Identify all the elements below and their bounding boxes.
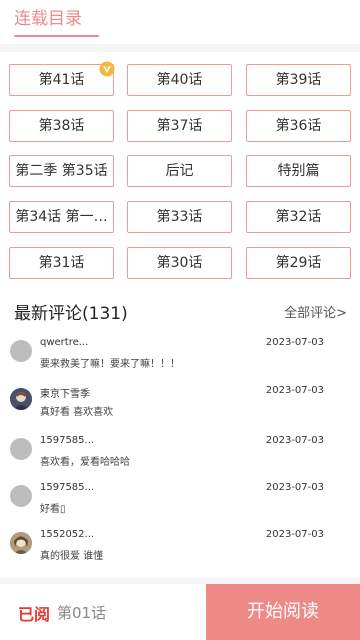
default-avatar bbox=[10, 438, 32, 460]
comment-text: 要来救美了嘛！要来了嘛！！！ bbox=[40, 359, 180, 370]
default-avatar bbox=[10, 485, 32, 507]
comment-item[interactable]: 1597585... 2023-07-03 喜欢看，爱看哈哈哈 bbox=[0, 435, 360, 486]
chapter-button[interactable]: 第34话 第一… bbox=[9, 201, 114, 233]
all-comments-link[interactable]: 全部评论> bbox=[284, 302, 347, 321]
chapter-button[interactable]: 特别篇 bbox=[246, 155, 351, 187]
chapter-grid: 第41话 第40话 第39话 第38话 第37话 第36话 第二季 第35话 后… bbox=[0, 52, 360, 288]
comment-item[interactable]: qwertre... 2023-07-03 要来救美了嘛！要来了嘛！！！ bbox=[0, 337, 360, 388]
comment-username: 東京下雪季 bbox=[40, 389, 90, 400]
comment-username: 1597585... bbox=[40, 482, 95, 493]
comment-item[interactable]: 東京下雪季 2023-07-03 真好看 喜欢喜欢 bbox=[0, 385, 360, 436]
start-reading-button[interactable]: 开始阅读 bbox=[206, 584, 360, 640]
chapter-button[interactable]: 第37话 bbox=[127, 110, 232, 142]
chapter-button[interactable]: 第32话 bbox=[246, 201, 351, 233]
comments-title: 最新评论(131) bbox=[14, 304, 128, 324]
chapter-button[interactable]: 第29话 bbox=[246, 247, 351, 279]
default-avatar bbox=[10, 340, 32, 362]
chapter-button[interactable]: 第36话 bbox=[246, 110, 351, 142]
chapter-button[interactable]: 第31话 bbox=[9, 247, 114, 279]
chapter-button[interactable]: 第39话 bbox=[246, 64, 351, 96]
active-tab-indicator bbox=[14, 35, 99, 37]
tab-serial-directory[interactable]: 连载目录 bbox=[14, 4, 82, 29]
comment-username: 1597585... bbox=[40, 435, 95, 446]
comment-text: 喜欢看，爱看哈哈哈 bbox=[40, 457, 130, 468]
comment-text: 真好看 喜欢喜欢 bbox=[40, 407, 114, 418]
vip-badge-icon bbox=[99, 61, 115, 77]
tab-bar: 连载目录 bbox=[0, 0, 360, 44]
chapter-button[interactable]: 后记 bbox=[127, 155, 232, 187]
comment-date: 2023-07-03 bbox=[265, 529, 324, 540]
chapter-button[interactable]: 第二季 第35话 bbox=[9, 155, 114, 187]
latest-comments-section: 最新评论(131) 全部评论> qwertre... 2023-07-03 要来… bbox=[0, 288, 360, 578]
comment-date: 2023-07-03 bbox=[265, 435, 324, 446]
comment-username: qwertre... bbox=[40, 337, 89, 348]
comment-date: 2023-07-03 bbox=[265, 385, 324, 396]
user-photo-avatar bbox=[10, 532, 32, 554]
bottom-bar: 已阅 第01话 开始阅读 bbox=[0, 584, 360, 640]
chapter-button[interactable]: 第38话 bbox=[9, 110, 114, 142]
user-photo-avatar bbox=[10, 388, 32, 410]
chapter-button[interactable]: 第33话 bbox=[127, 201, 232, 233]
comment-text: 真的很爱 谁懂 bbox=[40, 551, 104, 562]
comment-text: 好看▯ bbox=[40, 504, 66, 515]
chapter-button[interactable]: 第40话 bbox=[127, 64, 232, 96]
read-label: 已阅 bbox=[18, 605, 51, 624]
comment-date: 2023-07-03 bbox=[265, 337, 324, 348]
last-read-chapter[interactable]: 第01话 bbox=[57, 602, 106, 623]
comment-username: 1552052... bbox=[40, 529, 95, 540]
comment-item[interactable]: 1597585... 2023-07-03 好看▯ bbox=[0, 482, 360, 533]
comic-detail-page: 连载目录 第41话 第40话 第39话 第38话 第37话 第36话 第二季 第… bbox=[0, 0, 360, 640]
comment-date: 2023-07-03 bbox=[265, 482, 324, 493]
chapter-button[interactable]: 第30话 bbox=[127, 247, 232, 279]
comment-item[interactable]: 1552052... 2023-07-03 真的很爱 谁懂 bbox=[0, 529, 360, 580]
